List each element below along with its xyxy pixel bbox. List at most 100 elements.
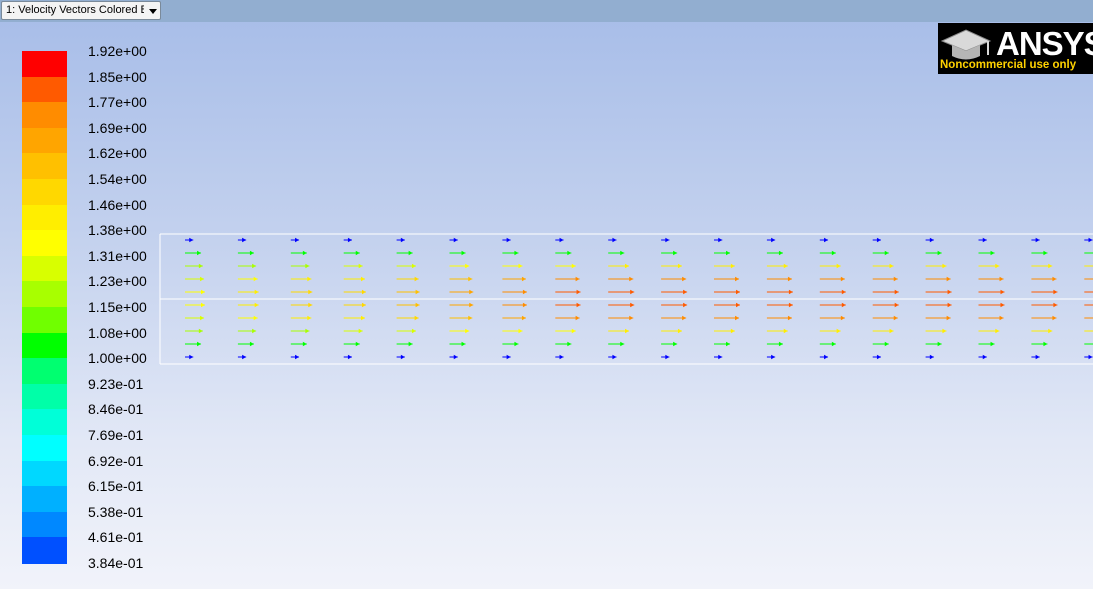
velocity-vector xyxy=(1084,317,1093,319)
velocity-vector xyxy=(290,354,300,360)
velocity-vector xyxy=(661,302,688,308)
velocity-vector xyxy=(819,302,846,308)
velocity-vector xyxy=(819,289,846,295)
velocity-vector xyxy=(978,328,1000,334)
velocity-vector xyxy=(185,315,205,321)
velocity-vector xyxy=(714,237,723,243)
velocity-vector xyxy=(185,328,203,334)
velocity-vector xyxy=(1031,328,1053,334)
velocity-vector xyxy=(237,289,259,295)
velocity-vector xyxy=(1084,291,1093,293)
velocity-vector xyxy=(766,289,793,295)
velocity-vector xyxy=(449,354,458,360)
velocity-vector xyxy=(661,263,682,269)
velocity-vector xyxy=(872,289,899,295)
velocity-vector xyxy=(872,315,898,321)
velocity-vector xyxy=(185,341,202,347)
velocity-vector xyxy=(343,276,365,282)
velocity-vector xyxy=(555,302,581,308)
velocity-vector xyxy=(608,315,634,321)
velocity-vector xyxy=(290,302,313,308)
velocity-vector xyxy=(661,354,670,360)
velocity-vector xyxy=(343,328,363,334)
velocity-vector xyxy=(925,250,942,256)
velocity-vector xyxy=(449,289,474,295)
velocity-vector xyxy=(608,263,630,269)
velocity-vector xyxy=(290,341,307,347)
velocity-vector xyxy=(1031,237,1040,243)
logo-note: Noncommercial use only xyxy=(940,59,1077,71)
velocity-vector xyxy=(872,237,881,243)
velocity-vector xyxy=(502,315,526,321)
velocity-vector xyxy=(449,263,470,269)
velocity-vector xyxy=(185,302,205,308)
velocity-vector xyxy=(925,302,952,308)
velocity-vector xyxy=(978,354,987,360)
velocity-vector xyxy=(819,354,829,360)
velocity-vector xyxy=(502,237,511,243)
velocity-vector xyxy=(714,354,723,360)
velocity-vector xyxy=(978,341,995,347)
velocity-vector xyxy=(661,328,682,334)
velocity-vector xyxy=(1084,252,1093,254)
velocity-vector xyxy=(449,276,473,282)
velocity-vector xyxy=(396,315,419,321)
velocity-vector xyxy=(502,250,519,256)
velocity-vector xyxy=(185,289,205,295)
velocity-vector xyxy=(819,237,829,243)
velocity-vector xyxy=(872,341,889,347)
velocity-vector xyxy=(185,250,202,256)
velocity-vector xyxy=(237,328,257,334)
velocity-vector xyxy=(872,354,881,360)
velocity-vector xyxy=(766,315,792,321)
velocity-vector xyxy=(608,354,617,360)
velocity-vector xyxy=(396,276,419,282)
velocity-vector xyxy=(608,276,634,282)
velocity-vector xyxy=(290,315,312,321)
velocity-vector xyxy=(1031,302,1058,308)
velocity-vector xyxy=(1084,265,1093,267)
velocity-vector xyxy=(555,276,580,282)
velocity-vector xyxy=(502,354,511,360)
graduation-cap-icon xyxy=(940,29,992,60)
velocity-vector xyxy=(449,237,458,243)
velocity-vector xyxy=(555,341,572,347)
velocity-vector xyxy=(502,341,519,347)
velocity-vector xyxy=(819,263,841,269)
velocity-vector xyxy=(608,341,625,347)
velocity-vector xyxy=(714,289,740,295)
velocity-vector xyxy=(766,276,792,282)
velocity-vector xyxy=(1084,343,1093,345)
velocity-vector xyxy=(819,328,841,334)
velocity-vector xyxy=(290,250,307,256)
velocity-vector xyxy=(396,341,413,347)
velocity-vector xyxy=(290,328,310,334)
velocity-vector xyxy=(502,328,523,334)
velocity-vector xyxy=(237,302,259,308)
velocity-vector xyxy=(343,341,360,347)
velocity-vector xyxy=(555,263,576,269)
velocity-vector xyxy=(343,250,360,256)
velocity-vector xyxy=(237,263,257,269)
ansys-logo: ANSYS Noncommercial use only xyxy=(938,23,1093,74)
velocity-vector xyxy=(819,315,845,321)
logo-word: ANSYS xyxy=(996,25,1093,62)
velocity-vector xyxy=(555,315,580,321)
velocity-vector xyxy=(1084,330,1093,332)
velocity-vector xyxy=(714,341,731,347)
velocity-vector xyxy=(978,315,1004,321)
velocity-vector xyxy=(661,250,678,256)
velocity-vector xyxy=(661,289,688,295)
velocity-vector xyxy=(978,250,995,256)
velocity-vector xyxy=(449,315,473,321)
velocity-vector xyxy=(396,237,405,243)
velocity-vector xyxy=(396,289,420,295)
velocity-vector xyxy=(661,276,687,282)
velocity-vector xyxy=(290,263,310,269)
velocity-vector xyxy=(396,263,416,269)
velocity-vector xyxy=(661,315,687,321)
velocity-vector xyxy=(1031,354,1040,360)
velocity-vector xyxy=(608,289,635,295)
velocity-vector xyxy=(343,354,352,360)
velocity-vector xyxy=(555,354,564,360)
